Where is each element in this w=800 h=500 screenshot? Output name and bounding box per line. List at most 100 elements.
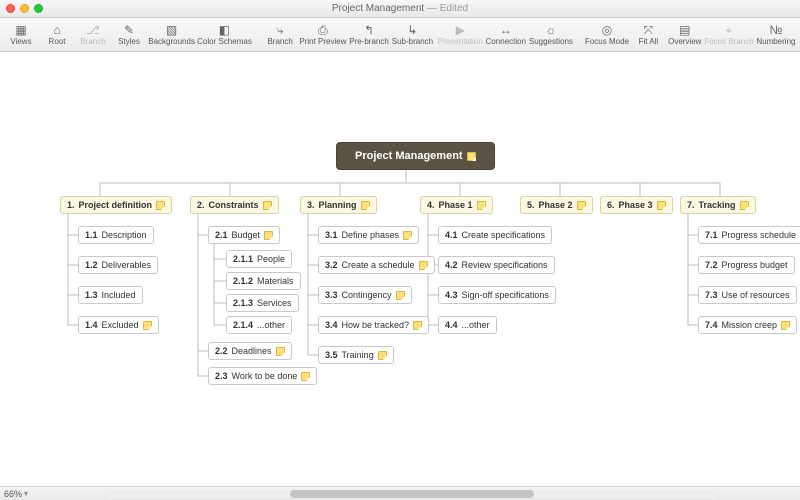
toolbar-color-schemas[interactable]: ◧Color Schemas (197, 20, 252, 50)
node-2-1-4[interactable]: 2.1.4...other (226, 316, 292, 334)
node-3-4[interactable]: 3.4How be tracked? (318, 316, 429, 334)
styles-icon: ✎ (124, 23, 134, 37)
connection-icon: ↔ (500, 23, 512, 37)
toolbar-views[interactable]: ▦Views (4, 20, 38, 50)
branch-icon: ⎇ (86, 23, 100, 37)
node-number: 1.1 (85, 230, 98, 240)
focus-mode-label: Focus Mode (585, 37, 629, 46)
suggestions-label: Suggestions (529, 37, 573, 46)
node-number: 2.1.1 (233, 254, 253, 264)
node-3-5[interactable]: 3.5Training (318, 346, 394, 364)
note-icon (467, 152, 476, 161)
node-1-2[interactable]: 1.2 Deliverables (78, 256, 158, 274)
node-7-2[interactable]: 7.2 Progress budget (698, 256, 795, 274)
section-3[interactable]: 3.Planning (300, 196, 377, 214)
node-label: How be tracked? (342, 320, 410, 330)
zoom-value: 66% (4, 489, 22, 499)
node-4-3[interactable]: 4.3Sign-off specifications (438, 286, 556, 304)
toolbar-root[interactable]: ⌂Root (40, 20, 74, 50)
note-icon (403, 231, 412, 240)
print-preview-label: Print Preview (299, 37, 346, 46)
section-5[interactable]: 5.Phase 2 (520, 196, 593, 214)
node-number: 7. (687, 200, 695, 210)
node-1-4[interactable]: 1.4 Excluded (78, 316, 159, 334)
node-number: 2.1.3 (233, 298, 253, 308)
node-1-3[interactable]: 1.3Included (78, 286, 143, 304)
toolbar-pre-branch[interactable]: ↰Pre-branch (349, 20, 390, 50)
fit-all-label: Fit All (639, 37, 659, 46)
toolbar-branch2[interactable]: ⤷Branch (263, 20, 297, 50)
node-label: Mission creep (722, 320, 778, 330)
note-icon (301, 372, 310, 381)
node-label: Tracking (699, 200, 736, 210)
node-label: Excluded (102, 320, 139, 330)
toolbar-focus-branch: ⌖Focus Branch (704, 20, 754, 50)
root-node[interactable]: Project Management (336, 142, 495, 170)
note-icon (419, 261, 428, 270)
node-number: 2.1 (215, 230, 228, 240)
node-2-2[interactable]: 2.2Deadlines (208, 342, 292, 360)
mindmap-canvas[interactable]: Project Management1.Project definition1.… (0, 52, 800, 486)
node-number: 5. (527, 200, 535, 210)
window-title: Project Management — Edited (0, 3, 800, 14)
section-6[interactable]: 6.Phase 3 (600, 196, 673, 214)
toolbar-backgrounds[interactable]: ▧Backgrounds (148, 20, 195, 50)
scrollbar-thumb[interactable] (290, 490, 533, 498)
node-label: Sign-off specifications (462, 290, 549, 300)
note-icon (477, 201, 486, 210)
node-2-1-1[interactable]: 2.1.1People (226, 250, 292, 268)
pre-branch-icon: ↰ (364, 23, 374, 37)
zoom-stepper-icon[interactable]: ▾ (24, 489, 28, 498)
node-4-1[interactable]: 4.1Create specifications (438, 226, 552, 244)
toolbar-suggestions[interactable]: ☼Suggestions (529, 20, 574, 50)
node-7-1[interactable]: 7.1Progress schedule (698, 226, 800, 244)
node-label: Review specifications (462, 260, 548, 270)
node-number: 7.2 (705, 260, 718, 270)
toolbar-numbering[interactable]: №Numbering (756, 20, 796, 50)
node-2-3[interactable]: 2.3Work to be done (208, 367, 317, 385)
root-label: Root (49, 37, 66, 46)
toolbar-print-preview[interactable]: ⎙Print Preview (299, 20, 347, 50)
node-7-4[interactable]: 7.4Mission creep (698, 316, 797, 334)
node-2-1[interactable]: 2.1Budget (208, 226, 280, 244)
node-label: Deliverables (102, 260, 152, 270)
node-3-1[interactable]: 3.1Define phases (318, 226, 419, 244)
pre-branch-label: Pre-branch (349, 37, 389, 46)
toolbar-fit-all[interactable]: ⤧Fit All (631, 20, 665, 50)
node-number: 1.2 (85, 260, 98, 270)
section-2[interactable]: 2.Constraints (190, 196, 279, 214)
note-icon (143, 321, 152, 330)
node-number: 1. (67, 200, 75, 210)
toolbar-overview[interactable]: ▤Overview (667, 20, 702, 50)
node-4-2[interactable]: 4.2Review specifications (438, 256, 555, 274)
zoom-control[interactable]: 66% ▾ (4, 489, 28, 499)
section-4[interactable]: 4.Phase 1 (420, 196, 493, 214)
horizontal-scrollbar[interactable] (108, 490, 716, 498)
branch2-label: Branch (267, 37, 292, 46)
branch2-icon: ⤷ (277, 23, 284, 37)
node-2-1-3[interactable]: 2.1.3Services (226, 294, 299, 312)
toolbar-connection[interactable]: ↔Connection (485, 20, 526, 50)
fit-all-icon: ⤧ (644, 23, 654, 37)
node-4-4[interactable]: 4.4...other (438, 316, 497, 334)
node-3-2[interactable]: 3.2Create a schedule (318, 256, 435, 274)
toolbar-focus-mode[interactable]: ◎Focus Mode (585, 20, 630, 50)
node-7-3[interactable]: 7.3Use of resources (698, 286, 797, 304)
node-2-1-2[interactable]: 2.1.2Materials (226, 272, 301, 290)
toolbar-sub-branch[interactable]: ↳Sub-branch (391, 20, 433, 50)
node-number: 1.4 (85, 320, 98, 330)
node-1-1[interactable]: 1.1Description (78, 226, 154, 244)
section-7[interactable]: 7. Tracking (680, 196, 756, 214)
status-bar: 66% ▾ (0, 486, 800, 500)
node-label: Planning (319, 200, 357, 210)
node-label: Progress budget (722, 260, 788, 270)
numbering-icon: № (769, 23, 782, 37)
section-1[interactable]: 1.Project definition (60, 196, 172, 214)
node-3-3[interactable]: 3.3Contingency (318, 286, 412, 304)
node-number: 7.3 (705, 290, 718, 300)
node-label: Training (342, 350, 374, 360)
node-label: Phase 1 (439, 200, 473, 210)
toolbar-styles[interactable]: ✎Styles (112, 20, 146, 50)
node-number: 1.3 (85, 290, 98, 300)
color-schemas-label: Color Schemas (197, 37, 252, 46)
